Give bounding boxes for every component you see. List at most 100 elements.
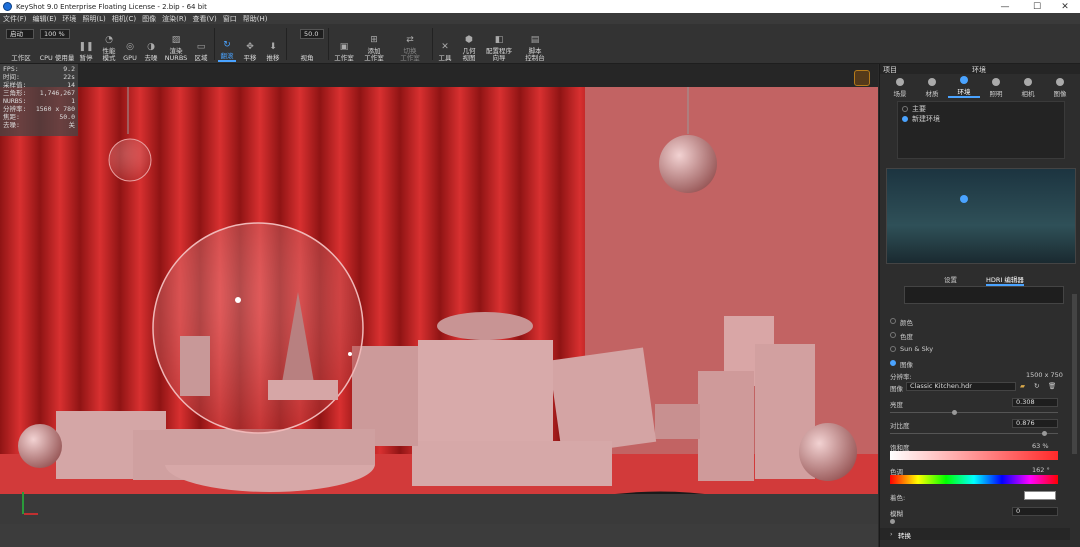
tab-scene[interactable]: 场景 bbox=[884, 76, 916, 98]
blur-input[interactable]: 0 bbox=[1012, 507, 1058, 516]
environment-icon bbox=[960, 76, 968, 84]
brightness-slider[interactable] bbox=[890, 412, 1058, 413]
panel-header: 项目 环境 bbox=[880, 64, 1080, 74]
performance-mode-button[interactable]: ◔ 性能 模式 bbox=[98, 26, 120, 62]
delete-icon[interactable]: 🗑 bbox=[1048, 382, 1056, 390]
denoise-button[interactable]: ◑ 去噪 bbox=[142, 26, 160, 62]
tumble-button[interactable]: ↻ 翻滚 bbox=[218, 26, 236, 62]
switch-studio-button[interactable]: ⇄ 切换 工作室 bbox=[398, 26, 422, 62]
geometry-view-button[interactable]: ⬢ 几何 视图 bbox=[459, 26, 479, 62]
render-viewport[interactable] bbox=[0, 64, 878, 524]
panel-title-environment: 环境 bbox=[972, 66, 986, 74]
toolbar-separator bbox=[432, 28, 433, 60]
contrast-slider[interactable] bbox=[890, 433, 1058, 434]
title-bar: KeyShot 9.0 Enterprise Floating License … bbox=[0, 0, 1080, 13]
camera-icon bbox=[1024, 78, 1032, 86]
brightness-slider-knob[interactable] bbox=[952, 410, 957, 415]
add-studio-button[interactable]: ⊞ 添加 工作室 bbox=[362, 26, 386, 62]
env-item-new[interactable]: 新建环境 bbox=[902, 114, 940, 124]
tint-color-swatch[interactable] bbox=[1024, 491, 1056, 500]
configurator-icon: ◧ bbox=[494, 35, 504, 45]
axis-x-icon bbox=[24, 513, 38, 515]
subtab-settings[interactable]: 设置 bbox=[944, 274, 957, 284]
contrast-input[interactable]: 0.876 bbox=[1012, 419, 1058, 428]
keyshot-logo-icon bbox=[3, 2, 12, 11]
toolbar-separator bbox=[214, 28, 215, 60]
scene-icon bbox=[896, 78, 904, 86]
maximize-button[interactable]: ☐ bbox=[1022, 0, 1052, 13]
add-studio-icon: ⊞ bbox=[370, 35, 378, 45]
image-icon bbox=[1056, 78, 1064, 86]
brightness-input[interactable]: 0.308 bbox=[1012, 398, 1058, 407]
folder-icon[interactable]: ▰ bbox=[1020, 382, 1025, 390]
resolution-value: 1500 x 750 bbox=[1026, 371, 1063, 379]
pause-icon: ❚❚ bbox=[78, 42, 94, 52]
dolly-button[interactable]: ⬇ 推移 bbox=[264, 26, 282, 62]
hdri-preview[interactable] bbox=[886, 168, 1076, 264]
panel-scrollbar[interactable] bbox=[1072, 294, 1077, 454]
transform-section[interactable]: › 转换 bbox=[880, 528, 1070, 540]
saturation-gradient-slider[interactable] bbox=[890, 451, 1058, 460]
menu-edit[interactable]: 编辑(E) bbox=[33, 14, 57, 24]
hue-gradient-slider[interactable] bbox=[890, 475, 1058, 484]
script-console-button[interactable]: ▤ 脚本 控制台 bbox=[522, 26, 548, 62]
cpu-usage-button[interactable]: CPU 使用量 bbox=[38, 26, 76, 62]
refresh-icon[interactable]: ↻ bbox=[1034, 382, 1039, 390]
radio-sun-sky[interactable] bbox=[890, 346, 896, 352]
studio-icon: ▣ bbox=[339, 42, 349, 52]
menu-lighting[interactable]: 照明(L) bbox=[82, 14, 105, 24]
tools-icon: ✕ bbox=[441, 42, 449, 52]
contrast-slider-knob[interactable] bbox=[1042, 431, 1047, 436]
resolution-label: 分辨率: bbox=[890, 373, 912, 381]
blur-slider-knob[interactable] bbox=[890, 519, 895, 524]
menu-render[interactable]: 渲染(R) bbox=[162, 14, 186, 24]
pause-button[interactable]: ❚❚ 暂停 bbox=[78, 26, 94, 62]
project-panel: 项目 环境 场景 材质 环境 照明 相机 图像 主要 新建环境 设置 HDRI … bbox=[879, 64, 1080, 547]
contrast-label: 对比度 bbox=[890, 422, 910, 430]
studio-button[interactable]: ▣ 工作室 bbox=[332, 26, 356, 62]
image-file-field[interactable]: Classic Kitchen.hdr bbox=[906, 382, 1016, 391]
tab-image[interactable]: 图像 bbox=[1044, 76, 1076, 98]
view-button[interactable]: 视角 bbox=[296, 26, 318, 62]
env-item-main[interactable]: 主要 bbox=[902, 104, 926, 114]
menu-window[interactable]: 窗口 bbox=[223, 14, 237, 24]
pan-icon: ✥ bbox=[246, 42, 254, 52]
menu-image[interactable]: 图像 bbox=[142, 14, 156, 24]
tab-lighting[interactable]: 照明 bbox=[980, 76, 1012, 98]
render-region-toggle-icon[interactable] bbox=[854, 70, 870, 86]
menu-bar: 文件(F) 编辑(E) 环境 照明(L) 相机(C) 图像 渲染(R) 查看(V… bbox=[0, 13, 1080, 24]
radio-image[interactable] bbox=[890, 360, 896, 366]
menu-help[interactable]: 帮助(H) bbox=[243, 14, 268, 24]
render-nurbs-button[interactable]: ▨ 渲染 NURBS bbox=[164, 26, 188, 62]
hdri-pin-selected-icon[interactable] bbox=[960, 195, 968, 203]
gpu-button[interactable]: ◎ GPU bbox=[122, 26, 138, 62]
radio-chroma[interactable] bbox=[890, 332, 896, 338]
saturation-value[interactable]: 63 % bbox=[1032, 442, 1049, 450]
bottom-status-bar bbox=[0, 524, 878, 547]
close-button[interactable]: ✕ bbox=[1050, 0, 1080, 13]
tools-button[interactable]: ✕ 工具 bbox=[436, 26, 454, 62]
render-stats-hud: FPS: 9.2 时间: 22s 采样值: 14 三角形: 1,746,267 NURB… bbox=[0, 64, 78, 136]
menu-view[interactable]: 查看(V) bbox=[192, 14, 216, 24]
switch-studio-icon: ⇄ bbox=[406, 35, 414, 45]
window-title: KeyShot 9.0 Enterprise Floating License … bbox=[16, 2, 207, 11]
workspace-button[interactable]: 工作区 bbox=[6, 26, 36, 62]
subtab-hdri-editor[interactable]: HDRI 编辑器 bbox=[986, 274, 1024, 286]
region-button[interactable]: ▭ 区域 bbox=[192, 26, 210, 62]
background-preview bbox=[904, 286, 1064, 304]
tab-material[interactable]: 材质 bbox=[916, 76, 948, 98]
menu-environment[interactable]: 环境 bbox=[62, 14, 76, 24]
image-label: 图像 bbox=[890, 385, 903, 393]
hue-value[interactable]: 162 ° bbox=[1032, 466, 1050, 474]
menu-camera[interactable]: 相机(C) bbox=[112, 14, 136, 24]
menu-file[interactable]: 文件(F) bbox=[3, 14, 27, 24]
tab-camera[interactable]: 相机 bbox=[1012, 76, 1044, 98]
lighting-icon bbox=[992, 78, 1000, 86]
minimize-button[interactable]: — bbox=[990, 0, 1020, 13]
pan-button[interactable]: ✥ 平移 bbox=[241, 26, 259, 62]
configurator-wizard-button[interactable]: ◧ 配置程序 向导 bbox=[484, 26, 514, 62]
tab-environment[interactable]: 环境 bbox=[948, 76, 980, 98]
radio-color[interactable] bbox=[890, 318, 896, 324]
transform-label: 转换 bbox=[898, 532, 911, 540]
tint-label: 着色: bbox=[890, 494, 906, 502]
